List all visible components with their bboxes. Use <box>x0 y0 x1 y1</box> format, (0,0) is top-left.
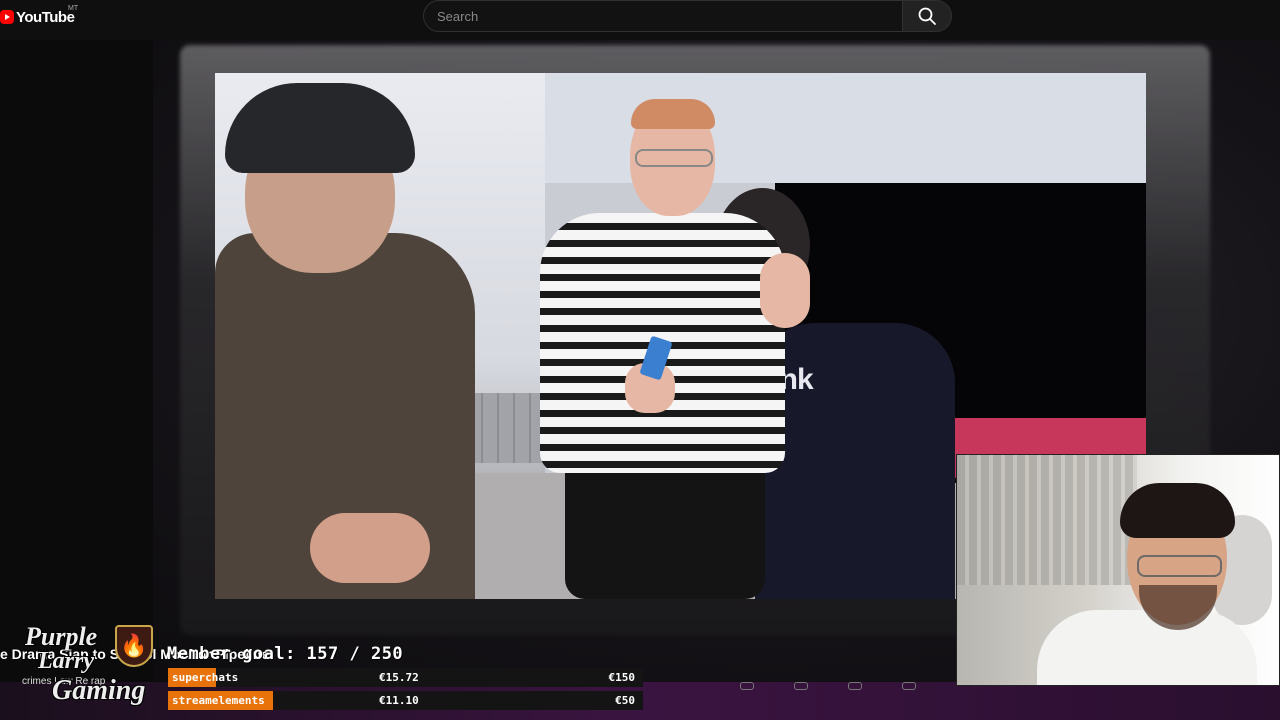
donation-goal: €150 <box>608 671 636 684</box>
shield-icon: 🔥 <box>115 625 153 667</box>
donation-current: €15.72 <box>379 671 419 684</box>
donation-label: streamelements <box>172 694 265 707</box>
donation-label: superchats <box>172 671 239 684</box>
search-input[interactable] <box>424 1 902 31</box>
comment-icon[interactable] <box>794 682 808 690</box>
member-goal: Member goal: 157 / 250 <box>167 644 404 664</box>
region-code: MT <box>68 5 79 12</box>
more-icon[interactable] <box>902 682 916 690</box>
play-icon <box>0 10 14 24</box>
webcam-overlay <box>956 454 1280 686</box>
player-controls <box>740 680 960 692</box>
search-box <box>423 0 903 32</box>
logo-word-2: Larry <box>38 648 94 674</box>
left-dark-panel <box>0 40 153 720</box>
like-icon[interactable] <box>740 682 754 690</box>
donation-row-streamelements: streamelements €11.10 €50 <box>168 691 643 710</box>
logo-word-3: Gaming <box>52 675 146 706</box>
share-icon[interactable] <box>848 682 862 690</box>
donation-goal: €50 <box>615 694 635 707</box>
top-bar: YouTube MT <box>0 0 1280 40</box>
youtube-logo[interactable]: YouTube MT <box>0 5 78 28</box>
channel-logo: Purple Larry Gaming 🔥 <box>0 620 165 715</box>
search-icon <box>918 7 936 25</box>
search-button[interactable] <box>902 0 952 32</box>
donation-row-superchats: superchats €15.72 €150 <box>168 668 643 687</box>
donation-current: €11.10 <box>379 694 419 707</box>
brand-name: YouTube <box>16 8 75 26</box>
